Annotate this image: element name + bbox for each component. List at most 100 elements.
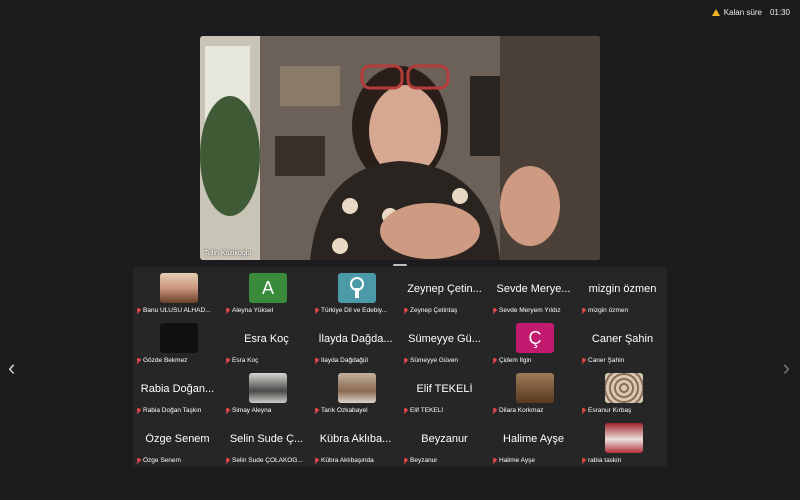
participant-photo [249, 373, 287, 403]
mic-muted-icon [225, 357, 230, 364]
participant-display-name: İlayda Dağda... [318, 333, 393, 345]
participant-tile[interactable]: Gözde Bekmez [133, 317, 222, 367]
participant-display-name: mizgin özmen [588, 283, 657, 295]
mic-muted-icon [581, 357, 586, 364]
mic-muted-icon [581, 307, 586, 314]
participant-name: Gözde Bekmez [143, 357, 188, 364]
mic-muted-icon [136, 307, 141, 314]
participant-tile[interactable]: Esranur Kırbaş [578, 367, 667, 417]
participant-tile[interactable]: Elif TEKELİ Elif TEKELİ [400, 367, 489, 417]
time-remaining-label: Kalan süre [723, 8, 762, 17]
participant-photo [516, 373, 554, 403]
participant-tile[interactable]: Simay Aleyna [222, 367, 311, 417]
participant-name: Özge Senem [143, 457, 181, 464]
mic-muted-icon [403, 407, 408, 414]
participant-photo [160, 323, 198, 353]
previous-page-button[interactable]: ‹ [8, 355, 15, 381]
mic-muted-icon [314, 307, 319, 314]
participant-tile[interactable]: Tarık Özkabayel [311, 367, 400, 417]
participant-name: Simay Aleyna [232, 407, 272, 414]
mic-muted-icon [314, 407, 319, 414]
participant-initial-avatar: Ç [516, 323, 554, 353]
participant-name: Halime Ayşe [499, 457, 536, 464]
participant-tile[interactable]: rabia taskin [578, 417, 667, 467]
participant-display-name: Halime Ayşe [503, 433, 564, 445]
speaker-name-label: Tulin Kozikoglu [204, 250, 252, 257]
participant-display-name: Elif TEKELİ [416, 383, 473, 395]
speaker-video-frame [200, 36, 600, 260]
participant-name: Banu ULUSU ALHAD... [143, 307, 211, 314]
participant-tile[interactable]: mizgin özmen mizgin özmen [578, 267, 667, 317]
participant-display-name: Sevde Merye... [496, 283, 571, 295]
active-speaker-video[interactable]: Tulin Kozikoglu [200, 36, 600, 260]
participant-display-name: Esra Koç [244, 333, 289, 345]
mic-muted-icon [403, 357, 408, 364]
participant-name: İlayda Dağdağül [321, 357, 368, 364]
institution-logo-icon [350, 277, 364, 298]
mic-muted-icon [581, 457, 586, 464]
mic-muted-icon [225, 407, 230, 414]
mic-muted-icon [492, 357, 497, 364]
participant-name: Tarık Özkabayel [321, 407, 368, 414]
resize-handle[interactable] [393, 264, 407, 266]
participant-name: Çidem İlgin [499, 357, 532, 364]
participant-tile[interactable]: Halime Ayşe Halime Ayşe [489, 417, 578, 467]
time-remaining: Kalan süre 01:30 [711, 8, 790, 17]
mic-muted-icon [225, 307, 230, 314]
participant-display-name: Rabia Doğan... [140, 383, 215, 395]
participant-tile[interactable]: Beyzanur Beyzanur [400, 417, 489, 467]
mic-muted-icon [136, 457, 141, 464]
participant-name: Türkiye Dil ve Edebiy... [321, 307, 387, 314]
participant-tile[interactable]: Selin Sude Ç... Selin Sude ÇOLAKOĞ... [222, 417, 311, 467]
participant-display-name: Sümeyye Gü... [408, 333, 481, 345]
participant-tile[interactable]: Banu ULUSU ALHAD... [133, 267, 222, 317]
participant-name: Selin Sude ÇOLAKOĞ... [232, 457, 303, 464]
participant-initial-avatar: A [249, 273, 287, 303]
participant-photo [605, 373, 643, 403]
mic-muted-icon [492, 307, 497, 314]
mic-muted-icon [581, 407, 586, 414]
mic-muted-icon [136, 357, 141, 364]
mic-muted-icon [403, 307, 408, 314]
participant-logo-avatar [338, 273, 376, 303]
participant-photo [338, 373, 376, 403]
participant-display-name: Beyzanur [421, 433, 468, 445]
participant-display-name: Kübra Aklıba... [319, 433, 392, 445]
participant-tile[interactable]: Ç Çidem İlgin [489, 317, 578, 367]
mic-muted-icon [225, 457, 230, 464]
participant-tile[interactable]: Türkiye Dil ve Edebiy... [311, 267, 400, 317]
next-page-button[interactable]: › [783, 355, 790, 381]
participant-tile[interactable]: A Aleyna Yüksel [222, 267, 311, 317]
participant-display-name: Özge Senem [145, 433, 210, 445]
participant-gallery: Banu ULUSU ALHAD... A Aleyna Yüksel Türk… [133, 267, 667, 467]
participant-name: Zeynep Çetintaş [410, 307, 458, 314]
participant-display-name: Zeynep Çetin... [407, 283, 482, 295]
participant-name: Dilara Korkmaz [499, 407, 544, 414]
participant-tile[interactable]: Dilara Korkmaz [489, 367, 578, 417]
participant-name: Sümeyye Güven [410, 357, 459, 364]
participant-tile[interactable]: Esra Koç Esra Koç [222, 317, 311, 367]
participant-name: rabia taskin [588, 457, 622, 464]
participant-name: Beyzanur [410, 457, 438, 464]
mic-muted-icon [314, 457, 319, 464]
participant-name: Elif TEKELİ [410, 407, 444, 414]
participant-name: Esra Koç [232, 357, 259, 364]
participant-tile[interactable]: Zeynep Çetin... Zeynep Çetintaş [400, 267, 489, 317]
participant-tile[interactable]: Özge Senem Özge Senem [133, 417, 222, 467]
participant-tile[interactable]: İlayda Dağda... İlayda Dağdağül [311, 317, 400, 367]
participant-tile[interactable]: Rabia Doğan... Rabia Doğan Taşkın [133, 367, 222, 417]
mic-muted-icon [492, 407, 497, 414]
participant-tile[interactable]: Caner Şahin Caner Şahin [578, 317, 667, 367]
mic-muted-icon [403, 457, 408, 464]
participant-photo [605, 423, 643, 453]
participant-display-name: Caner Şahin [591, 333, 654, 345]
participant-name: Kübra Aklıbaşında [321, 457, 374, 464]
participant-name: Sevde Meryem Yıldız [499, 307, 561, 314]
participant-name: mizgin özmen [588, 307, 629, 314]
participant-tile[interactable]: Kübra Aklıba... Kübra Aklıbaşında [311, 417, 400, 467]
participant-name: Aleyna Yüksel [232, 307, 274, 314]
warning-icon [711, 9, 720, 16]
participant-tile[interactable]: Sümeyye Gü... Sümeyye Güven [400, 317, 489, 367]
participant-photo [160, 273, 198, 303]
participant-tile[interactable]: Sevde Merye... Sevde Meryem Yıldız [489, 267, 578, 317]
